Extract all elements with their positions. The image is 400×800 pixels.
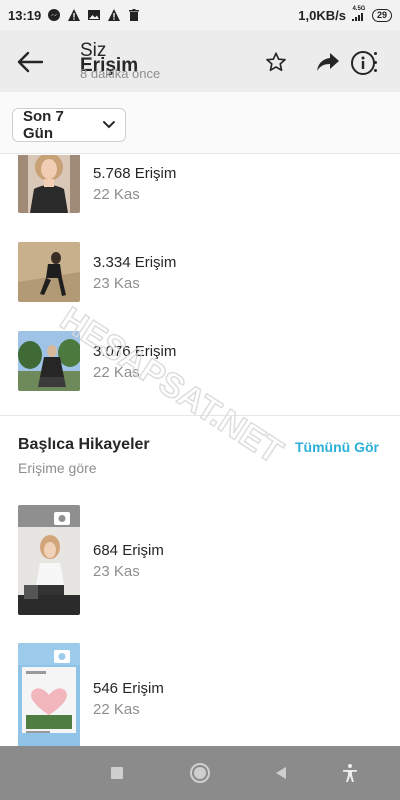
period-dropdown[interactable]: Son 7 Gün	[12, 108, 126, 142]
status-bar: 13:19 1,0KB/s 4.5G 29	[0, 0, 400, 30]
alert-icon-2	[107, 8, 121, 22]
post-row[interactable]: 3.076 Erişim 22 Kas	[0, 331, 400, 401]
signal-icon	[351, 13, 363, 21]
post-date: 23 Kas	[93, 275, 140, 292]
dot-icon	[373, 60, 377, 64]
story-thumbnail[interactable]	[18, 505, 80, 615]
network-speed: 1,0KB/s	[298, 7, 346, 23]
image-icon	[87, 8, 101, 22]
accessibility-button[interactable]	[337, 760, 363, 786]
star-icon	[266, 52, 286, 72]
post-thumbnail[interactable]	[18, 242, 80, 302]
status-time: 13:19	[8, 7, 42, 23]
back-nav-button[interactable]	[268, 760, 294, 786]
section-subtitle: Erişime göre	[18, 460, 97, 476]
post-date: 22 Kas	[93, 186, 140, 203]
circle-icon	[190, 763, 210, 783]
post-date: 22 Kas	[93, 364, 140, 381]
post-row[interactable]: 5.768 Erişim 22 Kas	[0, 155, 400, 225]
messenger-icon	[47, 8, 61, 22]
system-nav-bar	[0, 746, 400, 800]
home-button[interactable]	[187, 760, 213, 786]
post-reach: 5.768 Erişim	[93, 165, 177, 182]
story-date: 23 Kas	[93, 563, 140, 580]
favorite-button[interactable]	[262, 48, 290, 76]
dot-icon	[373, 52, 377, 55]
post-thumbnail[interactable]	[18, 155, 80, 213]
updated-time: 8 dakika önce	[80, 66, 161, 81]
more-options-button[interactable]	[372, 52, 378, 72]
back-button[interactable]	[14, 46, 46, 78]
app-header: Siz Erişim 8 dakika önce	[0, 30, 400, 92]
recent-apps-button[interactable]	[104, 760, 130, 786]
story-thumbnail[interactable]	[18, 643, 80, 746]
post-reach: 3.334 Erişim	[93, 254, 177, 271]
post-thumbnail[interactable]	[18, 331, 80, 391]
share-arrow-icon	[317, 53, 339, 71]
section-divider	[0, 415, 400, 416]
period-label: Son 7 Gün	[23, 108, 64, 142]
post-row[interactable]: 3.334 Erişim 23 Kas	[0, 242, 400, 312]
alert-icon	[67, 8, 81, 22]
filter-bar: Son 7 Gün	[0, 92, 400, 154]
triangle-back-icon	[276, 767, 286, 779]
battery-indicator: 29	[371, 8, 392, 22]
square-icon	[111, 767, 123, 779]
share-button[interactable]	[314, 48, 342, 76]
story-date: 22 Kas	[93, 701, 140, 718]
accessibility-icon	[343, 764, 357, 782]
story-reach: 546 Erişim	[93, 680, 164, 697]
section-title: Başlıca Hikayeler	[18, 436, 150, 453]
see-all-link[interactable]: Tümünü Gör	[295, 439, 379, 455]
story-reach: 684 Erişim	[93, 542, 164, 559]
trash-icon	[127, 8, 141, 22]
arrow-left-icon	[17, 51, 43, 73]
chevron-down-icon	[103, 121, 115, 129]
story-row[interactable]: 546 Erişim 22 Kas	[0, 643, 400, 746]
network-type: 4.5G	[351, 6, 366, 24]
content-scroll[interactable]: 5.768 Erişim 22 Kas 3.334 Erişim 23 Kas	[0, 155, 400, 746]
dot-icon	[373, 69, 377, 72]
story-row[interactable]: 684 Erişim 23 Kas	[0, 505, 400, 615]
post-reach: 3.076 Erişim	[93, 343, 177, 360]
